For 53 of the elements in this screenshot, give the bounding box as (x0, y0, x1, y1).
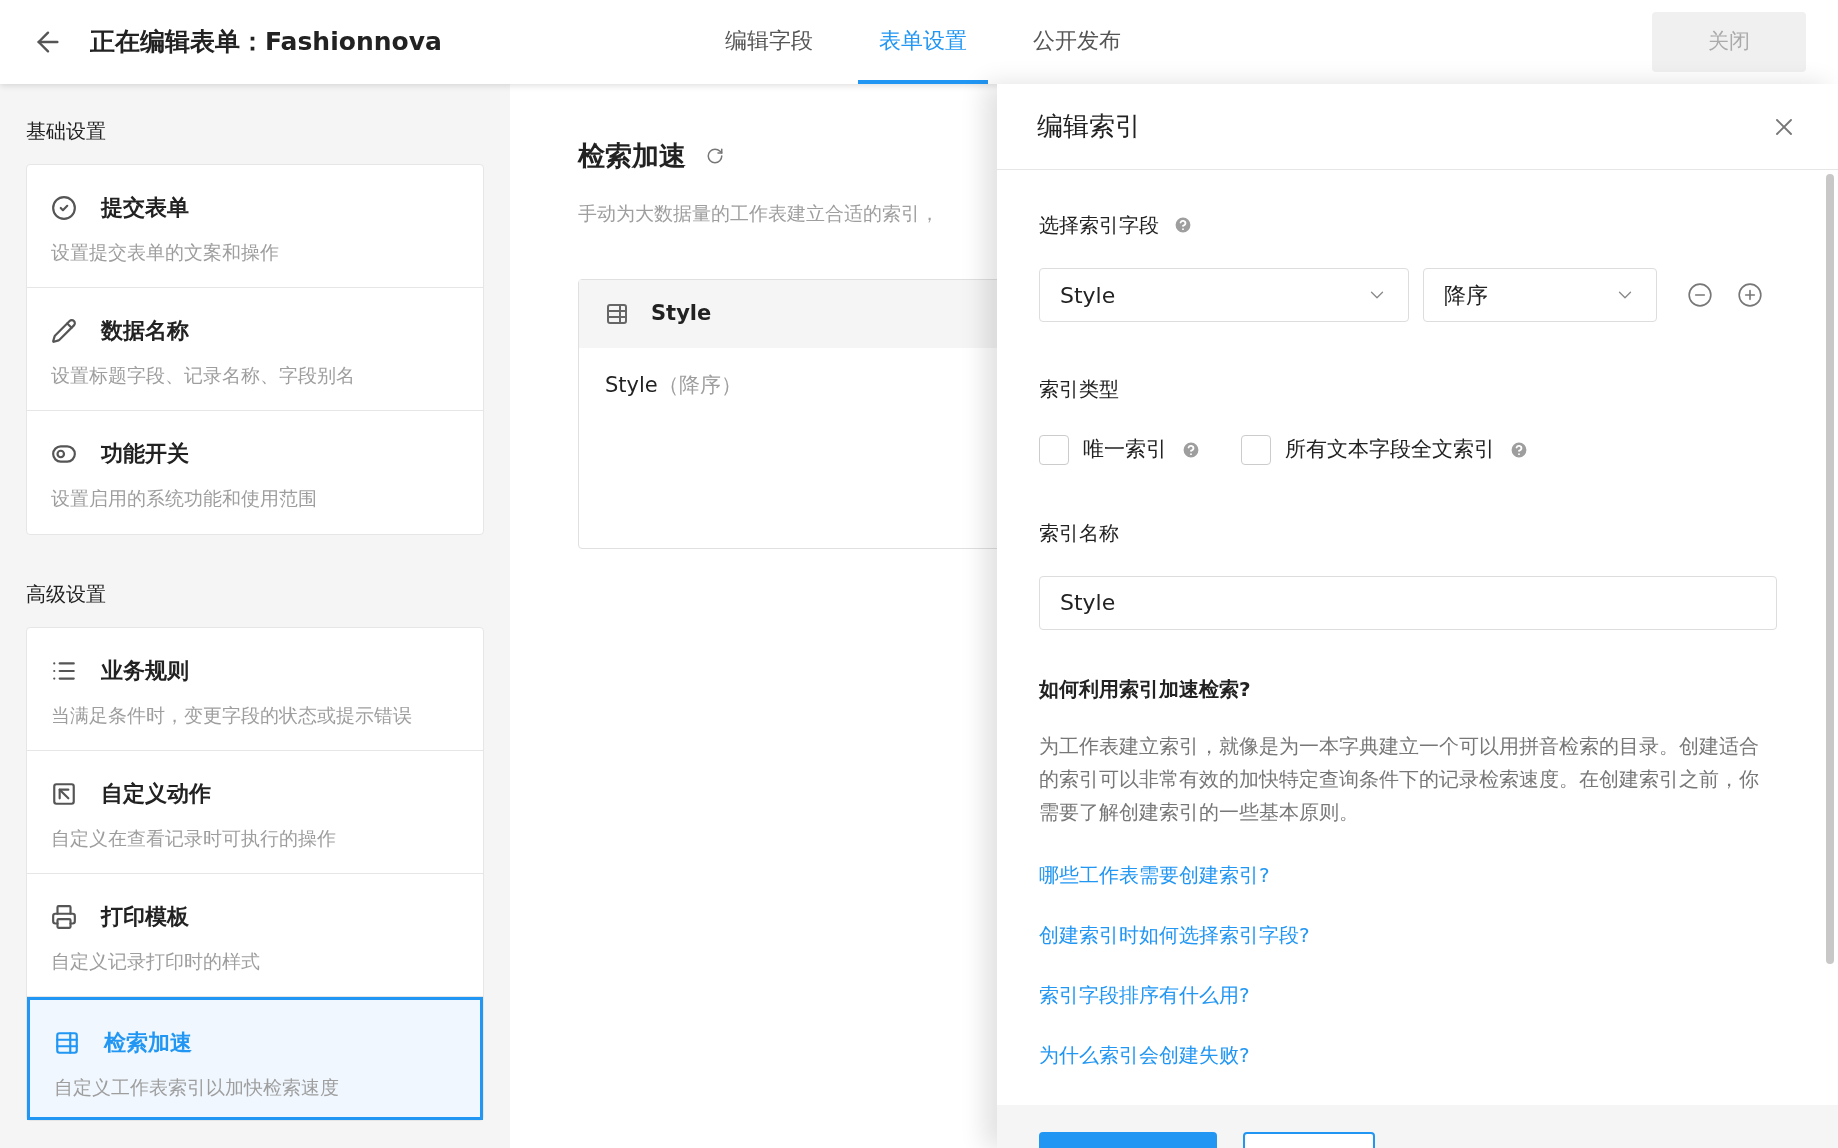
remove-icon[interactable] (1687, 282, 1713, 308)
item-title: 打印模板 (101, 903, 189, 931)
item-title: 功能开关 (101, 440, 189, 468)
index-name: Style (651, 300, 712, 328)
checkbox-label: 所有文本字段全文索引 (1285, 436, 1495, 463)
checkbox[interactable] (1241, 434, 1271, 465)
section-title: 基础设置 (26, 118, 107, 145)
item-subtitle: 设置标题字段、记录名称、字段别名 (51, 363, 356, 388)
item-subtitle: 设置提交表单的文案和操作 (51, 240, 280, 265)
settings-item[interactable]: 数据名称 设置标题字段、记录名称、字段别名 (27, 288, 483, 411)
tab[interactable]: 公开发布 (1011, 0, 1142, 84)
order-select[interactable]: 降序 (1423, 268, 1657, 322)
section-title: 高级设置 (26, 581, 107, 608)
item-title: 业务规则 (101, 657, 189, 685)
item-subtitle: 当满足条件时，变更字段的状态或提示错误 (51, 703, 413, 728)
pencil-icon (51, 317, 77, 344)
table-icon (605, 302, 629, 326)
help-icon[interactable] (1173, 215, 1193, 235)
item-title: 数据名称 (101, 317, 189, 345)
table-icon (54, 1029, 80, 1056)
settings-item[interactable]: 自定义动作 自定义在查看记录时可执行的操作 (27, 751, 483, 874)
checkbox[interactable] (1039, 434, 1069, 465)
checkbox-label: 唯一索引 (1083, 436, 1167, 463)
settings-item[interactable]: 业务规则 当满足条件时，变更字段的状态或提示错误 (27, 628, 483, 751)
add-icon[interactable] (1737, 282, 1763, 308)
refresh-icon[interactable] (706, 147, 724, 166)
field-select[interactable]: Style (1039, 268, 1409, 322)
help-icon[interactable] (1181, 439, 1201, 460)
section-heading: 检索加速 (578, 139, 686, 173)
page-title: 正在编辑表单：Fashionnova (90, 26, 442, 59)
item-title: 检索加速 (104, 1029, 192, 1057)
settings-item[interactable]: 提交表单 设置提交表单的文案和操作 (27, 165, 483, 288)
description: 手动为大数据量的工作表建立合适的索引， (578, 200, 939, 226)
settings-item[interactable]: 功能开关 设置启用的系统功能和使用范围 (27, 411, 483, 534)
help-icon[interactable] (1509, 439, 1529, 460)
type-label: 索引类型 (1039, 376, 1120, 403)
help-paragraph: 为工作表建立索引，就像是为一本字典建立一个可以用拼音检索的目录。创建适合的索引可以非常有效的加快特定查询条件下的记录检索速度。在创建索引之前，你需要了解创建索引的一些基本原则。 (1039, 733, 1760, 826)
check-circle-icon (51, 194, 77, 221)
scrollbar[interactable] (1826, 174, 1834, 964)
name-input[interactable]: Style (1039, 575, 1777, 630)
name-label: 索引名称 (1039, 519, 1120, 547)
item-subtitle: 设置启用的系统功能和使用范围 (51, 486, 318, 511)
tab[interactable]: 编辑字段 (703, 0, 834, 84)
item-subtitle: 自定义工作表索引以加快检索速度 (54, 1075, 340, 1100)
help-title: 如何利用索引加速检索? (1039, 675, 1252, 703)
printer-icon (51, 903, 77, 930)
item-subtitle: 自定义在查看记录时可执行的操作 (51, 826, 337, 851)
drawer-title: 编辑索引 (1037, 110, 1141, 143)
field-label: 选择索引字段 (1039, 212, 1159, 239)
index-field: Style（降序） (605, 370, 742, 402)
item-subtitle: 自定义记录打印时的样式 (51, 949, 261, 974)
item-title: 自定义动作 (101, 780, 211, 808)
item-title: 提交表单 (101, 194, 189, 222)
